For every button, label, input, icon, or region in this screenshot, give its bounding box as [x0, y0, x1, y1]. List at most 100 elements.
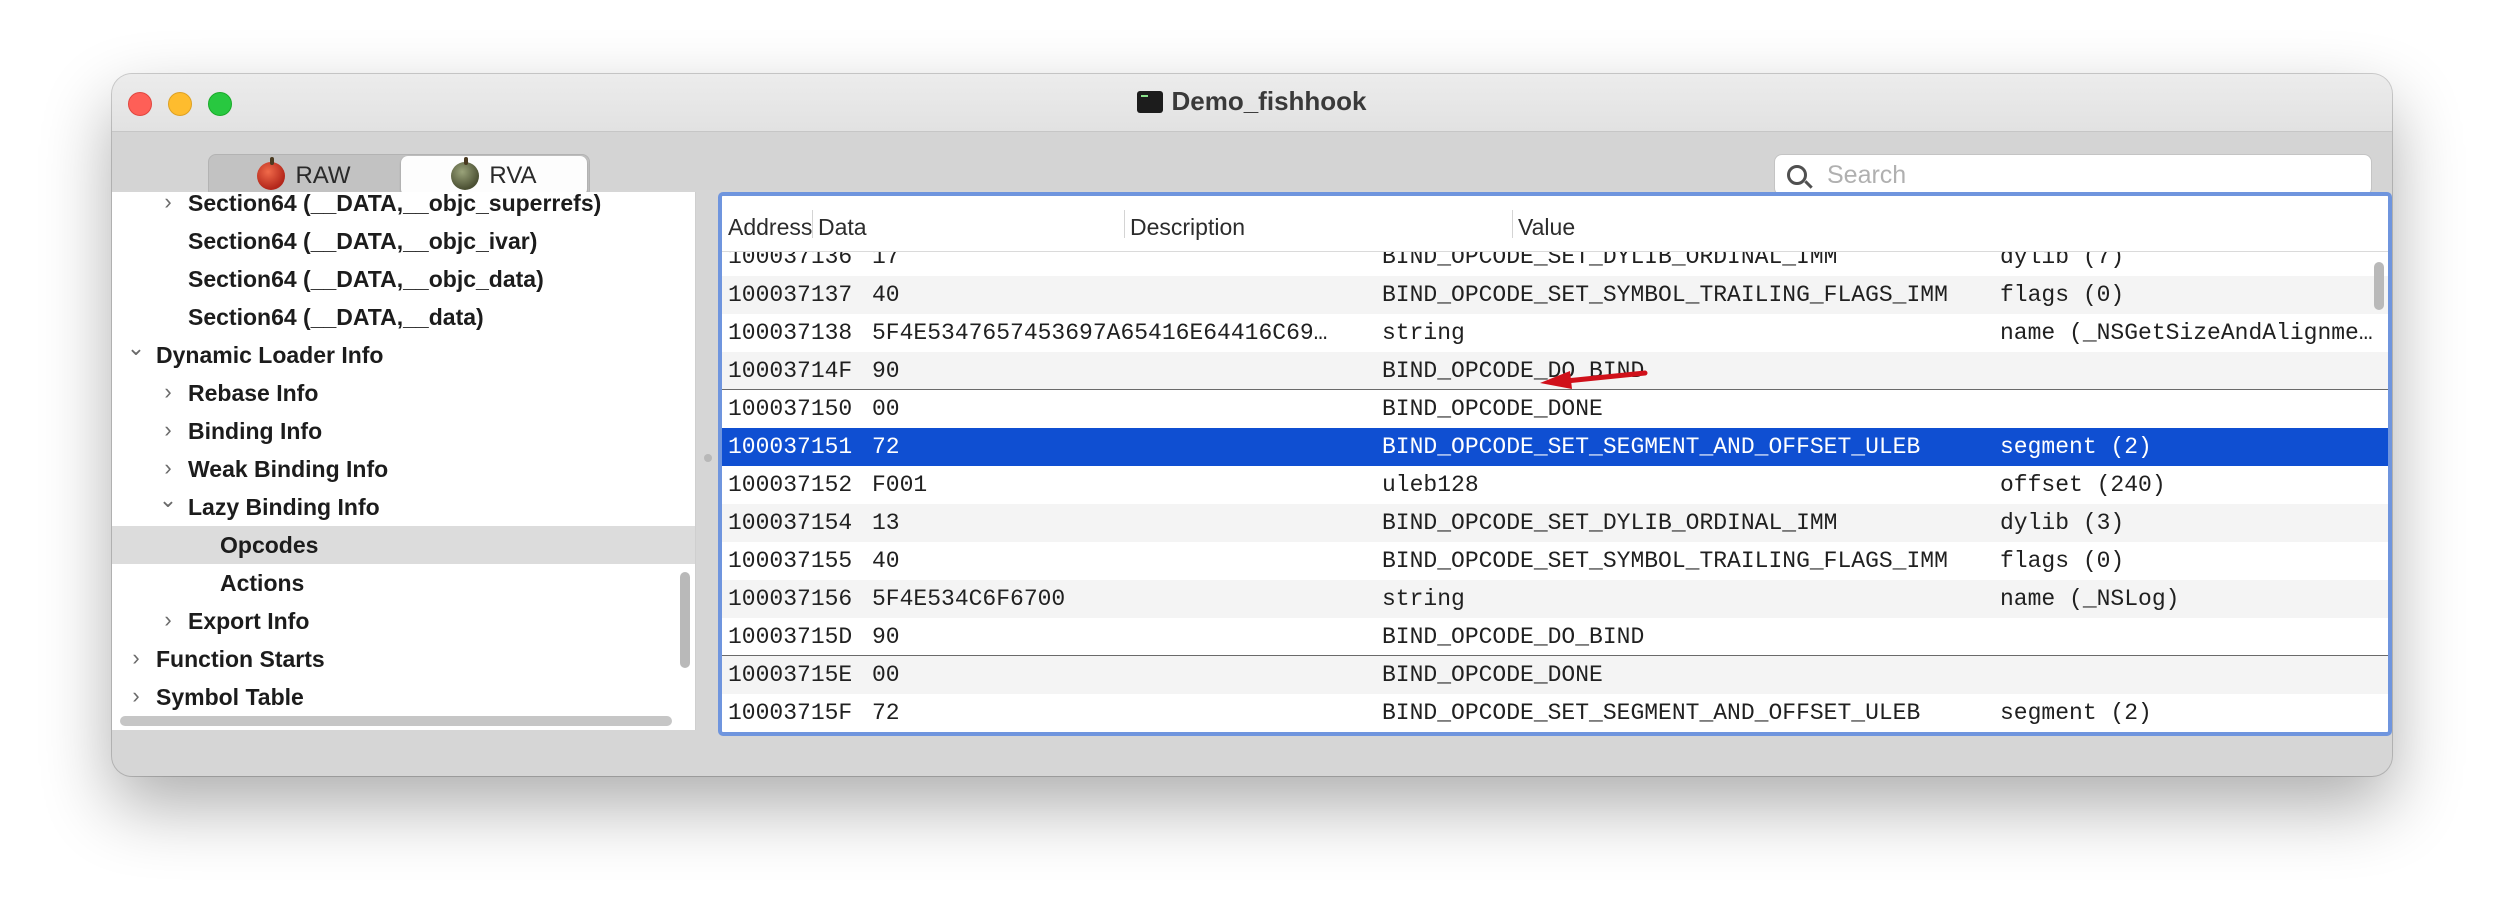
column-separator[interactable]: [1512, 210, 1513, 238]
chevron-right-icon[interactable]: ›: [126, 647, 146, 669]
sidebar-item[interactable]: ⌄ Lazy Binding Info: [112, 488, 695, 526]
sidebar-item[interactable]: › Section64 (__DATA,__objc_superrefs): [112, 192, 695, 222]
chevron-down-icon[interactable]: ⌄: [126, 337, 146, 359]
cell-description: BIND_OPCODE_SET_DYLIB_ORDINAL_IMM: [1382, 510, 1838, 536]
table-row[interactable]: 100037156 5F4E534C6F6700 string name (_NSLo…: [722, 580, 2388, 618]
sidebar-item-label: Export Info: [188, 608, 310, 634]
divider-grip[interactable]: [704, 454, 712, 462]
red-arrow-icon: [1540, 370, 1648, 389]
column-separator[interactable]: [1124, 210, 1125, 238]
sidebar-item-label: Binding Info: [188, 418, 323, 444]
column-separator[interactable]: [812, 210, 813, 238]
sidebar-item[interactable]: › Rebase Info: [112, 374, 695, 412]
sidebar-item[interactable]: ⌄ Dynamic Loader Info: [112, 336, 695, 374]
sidebar-item-label: Section64 (__DATA,__data): [188, 304, 484, 330]
sidebar-item-label: Weak Binding Info: [188, 456, 389, 482]
column-header-description[interactable]: Description: [1130, 214, 1245, 241]
table-body: 100037136 17 BIND_OPCODE_SET_DYLIB_ORDINAL…: [722, 252, 2388, 732]
chevron-right-icon[interactable]: ›: [158, 381, 178, 403]
cell-data: 40: [872, 548, 900, 574]
search-icon: [1787, 165, 1807, 185]
search-field[interactable]: [1774, 154, 2372, 196]
title-bar[interactable]: Demo_fishhook: [112, 74, 2392, 132]
table-row[interactable]: 10003715F 72 BIND_OPCODE_SET_SEGMENT_AND_O…: [722, 694, 2388, 732]
cell-description: BIND_OPCODE_SET_SEGMENT_AND_OFFSET_ULEB: [1382, 700, 1921, 726]
table-row[interactable]: 100037137 40 BIND_OPCODE_SET_SYMBOL_TRAILI…: [722, 276, 2388, 314]
table-row[interactable]: 100037154 13 BIND_OPCODE_SET_DYLIB_ORDINAL…: [722, 504, 2388, 542]
sidebar-item[interactable]: Section64 (__DATA,__data): [112, 298, 695, 336]
sidebar-item[interactable]: › Export Info: [112, 602, 695, 640]
cell-data: 90: [872, 624, 900, 650]
sidebar-item[interactable]: Actions: [112, 564, 695, 602]
cell-description: BIND_OPCODE_SET_SYMBOL_TRAILING_FLAGS_IM…: [1382, 548, 1948, 574]
cell-address: 100037155: [728, 548, 853, 574]
cell-description: BIND_OPCODE_SET_DYLIB_ORDINAL_IMM: [1382, 252, 1838, 270]
cell-value: name (_NSLog): [2000, 586, 2180, 612]
cell-value: flags (0): [2000, 282, 2125, 308]
chevron-right-icon[interactable]: ›: [158, 457, 178, 479]
sidebar-item[interactable]: Section64 (__DATA,__objc_ivar): [112, 222, 695, 260]
cell-address: 100037152: [728, 472, 853, 498]
app-window: Demo_fishhook RAW RVA › Symbol Table › Func…: [112, 74, 2392, 776]
table-row[interactable]: 100037150 00 BIND_OPCODE_DONE: [722, 390, 2388, 428]
table-row[interactable]: 100037151 72 BIND_OPCODE_SET_SEGMENT_AND_O…: [722, 428, 2388, 466]
table-row[interactable]: 10003715D 90 BIND_OPCODE_DO_BIND: [722, 618, 2388, 656]
search-input[interactable]: [1827, 159, 2357, 191]
chevron-right-icon[interactable]: ›: [126, 685, 146, 707]
cell-data: 90: [872, 358, 900, 384]
cell-address: 100037138: [728, 320, 853, 346]
chevron-right-icon[interactable]: ›: [158, 192, 178, 213]
table-vertical-scrollbar[interactable]: [2374, 262, 2384, 310]
cell-description: BIND_OPCODE_DONE: [1382, 662, 1603, 688]
cell-description: BIND_OPCODE_DONE: [1382, 396, 1603, 422]
cell-address: 10003715D: [728, 624, 853, 650]
table-row[interactable]: 100037136 17 BIND_OPCODE_SET_DYLIB_ORDINAL…: [722, 252, 2388, 276]
opcodes-table[interactable]: Address Data Description Value 100037136…: [718, 192, 2392, 736]
terminal-icon: [1137, 91, 1164, 113]
sidebar-item[interactable]: › Function Starts: [112, 640, 695, 678]
sidebar-item-label: Rebase Info: [188, 380, 319, 406]
window-title: Demo_fishhook: [112, 86, 2392, 117]
sidebar-item[interactable]: Opcodes: [112, 526, 695, 564]
sidebar-tree[interactable]: › Symbol Table › Function Starts › Export Inf…: [112, 192, 696, 730]
cell-address: 100037151: [728, 434, 853, 460]
rva-mode-button[interactable]: RVA: [401, 156, 587, 196]
rva-mode-label: RVA: [489, 162, 537, 189]
sidebar-item-label: Lazy Binding Info: [188, 494, 380, 520]
cell-address: 100037156: [728, 586, 853, 612]
cell-address: 100037150: [728, 396, 853, 422]
chevron-down-icon[interactable]: ⌄: [158, 489, 178, 511]
table-row[interactable]: 100037152 F001 uleb128 offset (240): [722, 466, 2388, 504]
cell-address: 10003714F: [728, 358, 853, 384]
chevron-right-icon[interactable]: ›: [158, 419, 178, 441]
window-title-text: Demo_fishhook: [1171, 86, 1367, 116]
cell-data: 5F4E534C6F6700: [872, 586, 1066, 612]
sidebar-item-label: Actions: [220, 570, 305, 596]
table-row[interactable]: 100037138 5F4E5347657453697A65416E64416C6…: [722, 314, 2388, 352]
cell-value: segment (2): [2000, 700, 2152, 726]
sidebar-vertical-scrollbar[interactable]: [680, 572, 690, 668]
cell-address: 10003715F: [728, 700, 853, 726]
cell-value: flags (0): [2000, 548, 2125, 574]
cell-value: offset (240): [2000, 472, 2166, 498]
cell-description: string: [1382, 586, 1465, 612]
cell-description: BIND_OPCODE_SET_SYMBOL_TRAILING_FLAGS_IM…: [1382, 282, 1948, 308]
sidebar-item[interactable]: › Binding Info: [112, 412, 695, 450]
chevron-right-icon[interactable]: ›: [158, 609, 178, 631]
sidebar-item[interactable]: › Symbol Table: [112, 678, 695, 716]
sidebar-item[interactable]: Section64 (__DATA,__objc_data): [112, 260, 695, 298]
column-header-value[interactable]: Value: [1518, 214, 1575, 241]
cell-description: string: [1382, 320, 1465, 346]
sidebar-horizontal-scrollbar[interactable]: [120, 716, 672, 726]
raw-mode-button[interactable]: RAW: [211, 156, 397, 196]
sidebar-item[interactable]: › Weak Binding Info: [112, 450, 695, 488]
table-row[interactable]: 100037155 40 BIND_OPCODE_SET_SYMBOL_TRAILI…: [722, 542, 2388, 580]
table-row[interactable]: 10003715E 00 BIND_OPCODE_DONE: [722, 656, 2388, 694]
cell-description: BIND_OPCODE_DO_BIND: [1382, 624, 1645, 650]
sidebar-item-label: Function Starts: [156, 646, 325, 672]
apple-red-icon: [257, 157, 286, 190]
cell-data: 40: [872, 282, 900, 308]
column-header-address[interactable]: Address: [728, 214, 812, 241]
cell-address: 100037154: [728, 510, 853, 536]
column-header-data[interactable]: Data: [818, 214, 867, 241]
